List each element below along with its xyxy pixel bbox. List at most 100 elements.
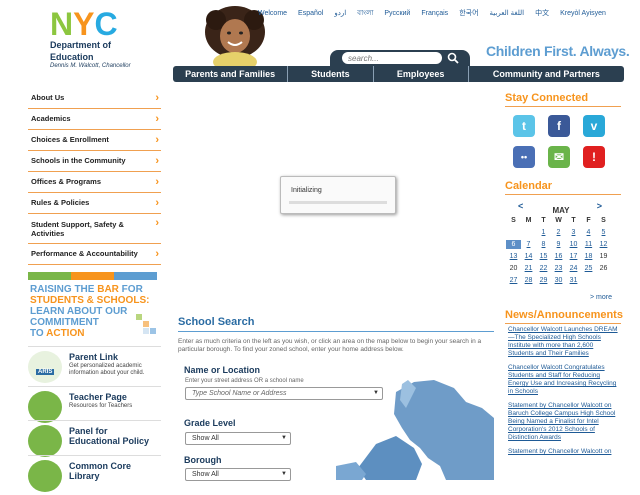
chevron-right-icon: › xyxy=(155,248,159,260)
calendar-next-button[interactable]: > xyxy=(597,200,602,212)
chevron-right-icon: › xyxy=(155,155,159,167)
leftnav-about-us[interactable]: About Us › xyxy=(28,88,161,109)
lang-espanol[interactable]: Español xyxy=(298,9,323,19)
leftnav-schools-community[interactable]: Schools in the Community › xyxy=(28,151,161,172)
calendar-day-link[interactable]: 16 xyxy=(551,252,566,261)
calendar-day-link[interactable]: 8 xyxy=(536,240,551,249)
lang-welcome[interactable]: Welcome xyxy=(258,9,287,19)
twitter-icon[interactable]: t xyxy=(513,115,535,137)
vimeo-icon[interactable]: v xyxy=(583,115,605,137)
facebook-icon[interactable]: f xyxy=(548,115,570,137)
leftnav-rules-policies[interactable]: Rules & Policies › xyxy=(28,193,161,214)
search-icon[interactable] xyxy=(447,52,459,64)
calendar-day-link[interactable]: 25 xyxy=(581,264,596,273)
calendar-day-header: S xyxy=(601,217,606,224)
promo-common-core-library[interactable]: Common Core Library xyxy=(28,455,161,495)
calendar-day-header: T xyxy=(571,217,576,224)
calendar-heading: Calendar xyxy=(505,180,621,195)
calendar-prev-button[interactable]: < xyxy=(518,200,523,212)
promo-parent-link[interactable]: ARIS Parent Link Get personalized academ… xyxy=(28,346,161,386)
calendar-day-link[interactable]: 21 xyxy=(521,264,536,273)
calendar-day-link[interactable]: 22 xyxy=(536,264,551,273)
nav-employees[interactable]: Employees xyxy=(374,66,469,82)
news-item[interactable]: Statement by Chancellor Walcott on xyxy=(508,448,620,456)
search-input[interactable] xyxy=(342,52,442,64)
leftnav-choices-enrollment[interactable]: Choices & Enrollment › xyxy=(28,130,161,151)
alert-icon[interactable]: ! xyxy=(583,146,605,168)
calendar-empty-cell xyxy=(596,276,611,285)
calendar-day: 26 xyxy=(599,265,608,272)
org-name-line1: Department of xyxy=(50,40,112,50)
lang-french[interactable]: Français xyxy=(421,9,448,19)
calendar-day-header: M xyxy=(525,217,532,224)
lang-urdu[interactable]: اردو xyxy=(334,9,346,19)
calendar-day-link[interactable]: 5 xyxy=(596,228,611,237)
calendar-day-link[interactable]: 11 xyxy=(581,240,596,249)
name-location-label: Name or Location xyxy=(184,365,261,375)
calendar-day-link[interactable]: 13 xyxy=(506,252,521,261)
lang-korean[interactable]: 한국어 xyxy=(459,9,478,19)
calendar-day: 20 xyxy=(509,265,518,272)
flickr-icon[interactable]: •• xyxy=(513,146,535,168)
nyc-doe-logo[interactable]: N Y C Department of Education Dennis M. … xyxy=(50,8,145,72)
calendar-more-link[interactable]: > more xyxy=(590,294,612,301)
news-item[interactable]: Chancellor Walcott Launches DREAM—The Sp… xyxy=(508,326,620,358)
news-heading: News/Announcements xyxy=(505,309,623,324)
calendar-day-link[interactable]: 14 xyxy=(521,252,536,261)
calendar-day-link[interactable]: 23 xyxy=(551,264,566,273)
chevron-right-icon: › xyxy=(155,176,159,188)
lang-bengali[interactable]: বাংলা xyxy=(357,9,373,19)
calendar-day-link[interactable]: 15 xyxy=(536,252,551,261)
decorative-squares xyxy=(136,314,156,334)
calendar-day-link[interactable]: 29 xyxy=(536,276,551,285)
name-location-hint: Enter your street address OR a school na… xyxy=(185,378,304,384)
top-navigation: Parents and Families Students Employees … xyxy=(173,66,624,82)
calendar-day-link[interactable]: 7 xyxy=(521,240,536,249)
calendar-month: MAY xyxy=(552,206,570,215)
calendar-day-link[interactable]: 31 xyxy=(566,276,581,285)
grade-level-select[interactable]: Show All ▼ xyxy=(185,432,291,445)
calendar-day-link[interactable]: 1 xyxy=(536,228,551,237)
news-item[interactable]: Statement by Chancellor Walcott on Baruc… xyxy=(508,402,620,442)
color-divider xyxy=(28,272,157,280)
loading-text: Initializing xyxy=(291,187,322,194)
loading-dialog: Initializing xyxy=(280,176,396,214)
dropdown-arrow-icon: ▼ xyxy=(281,435,287,441)
calendar-day-link[interactable]: 27 xyxy=(506,276,521,285)
nav-parents-families[interactable]: Parents and Families xyxy=(173,66,289,82)
lang-chinese[interactable]: 中文 xyxy=(535,9,549,19)
school-search-panel: School Search Enter as much criteria on … xyxy=(178,316,494,354)
chevron-right-icon: › xyxy=(155,134,159,146)
email-icon[interactable]: ✉ xyxy=(548,146,570,168)
leftnav-academics[interactable]: Academics › xyxy=(28,109,161,130)
calendar-day-link[interactable]: 3 xyxy=(566,228,581,237)
nav-students[interactable]: Students xyxy=(288,66,374,82)
calendar-day-link[interactable]: 17 xyxy=(566,252,581,261)
calendar-day-link[interactable]: 12 xyxy=(596,240,611,249)
calendar-day-link[interactable]: 9 xyxy=(551,240,566,249)
calendar-day-link[interactable]: 30 xyxy=(551,276,566,285)
left-navigation: About Us › Academics › Choices & Enrollmen… xyxy=(28,88,161,265)
promo-panel-educational-policy[interactable]: Panel for Educational Policy xyxy=(28,420,161,460)
calendar-day-link[interactable]: 10 xyxy=(566,240,581,249)
calendar-day-link[interactable]: 28 xyxy=(521,276,536,285)
news-item[interactable]: Chancellor Walcott Congratulates Student… xyxy=(508,364,620,396)
calendar-day-link[interactable]: 18 xyxy=(581,252,596,261)
calendar-day-link[interactable]: 2 xyxy=(551,228,566,237)
gavel-icon xyxy=(28,425,62,457)
borough-select[interactable]: Show All ▼ xyxy=(185,468,291,481)
calendar-day-link[interactable]: 24 xyxy=(566,264,581,273)
lang-arabic[interactable]: اللغة العربية xyxy=(490,9,525,19)
calendar-day: 19 xyxy=(599,253,608,260)
leftnav-offices-programs[interactable]: Offices & Programs › xyxy=(28,172,161,193)
nav-community-partners[interactable]: Community and Partners xyxy=(469,66,624,82)
chevron-right-icon: › xyxy=(155,217,159,229)
leftnav-performance-accountability[interactable]: Performance & Accountability › xyxy=(28,244,161,265)
lang-russian[interactable]: Русский xyxy=(384,9,410,19)
calendar-day-today[interactable]: 6 xyxy=(506,240,521,249)
lang-haitian-creole[interactable]: Kreyòl Ayisyen xyxy=(560,9,606,19)
calendar-day-link[interactable]: 4 xyxy=(581,228,596,237)
calendar-widget: < MAY > S M T W T F S 1 2 3 4 5 6 7 8 9 10 11 12 13 14 15 16 17… xyxy=(506,200,616,285)
nyc-borough-map[interactable] xyxy=(336,378,494,480)
leftnav-student-support[interactable]: Student Support, Safety & Activities › xyxy=(28,214,161,244)
